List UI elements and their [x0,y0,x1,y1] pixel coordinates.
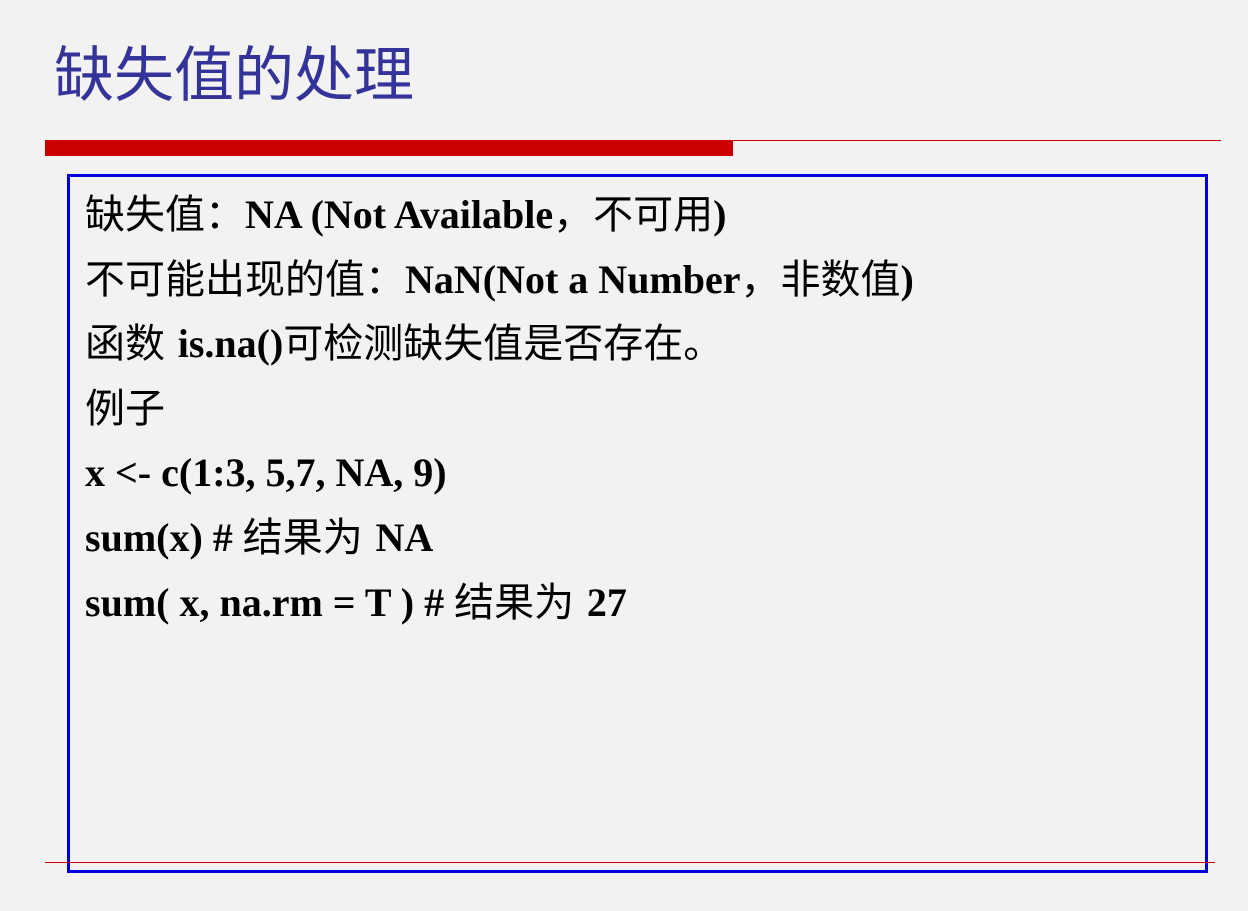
line-segment: ，非数值 [740,256,901,303]
content-line-na: 缺失值：NA (Not Available，不可用) [85,183,914,248]
content-line-nan: 不可能出现的值：NaN(Not a Number，非数值) [85,248,914,313]
line-segment: NaN(Not a Number [405,256,741,302]
title-underline-bar [45,140,733,156]
code-line-sum-narm: sum( x, na.rm = T ) # 结果为 27 [85,571,914,636]
line-segment: ，不可用 [553,192,714,238]
line-segment: ) [900,256,914,302]
line-segment: 结果为 [454,579,587,626]
footer-rule [45,862,1215,863]
line-segment: 27 [586,579,627,625]
line-segment: sum(x) # [85,514,243,560]
line-segment: is.na() [177,321,284,367]
content-lines: 缺失值：NA (Not Available，不可用) 不可能出现的值：NaN(N… [85,183,914,635]
line-segment: ) [713,192,727,237]
slide-title: 缺失值的处理 [54,41,414,111]
line-segment: 不可能出现的值： [85,256,405,303]
line-segment: 函数 [85,321,178,368]
line-segment: 缺失值： [85,192,245,238]
line-segment: 例子 [85,385,165,432]
line-segment: NA (Not Available [245,192,554,237]
code-line-sum: sum(x) # 结果为 NA [85,506,914,571]
line-segment: NA [375,514,434,560]
code-line-assign: x <- c(1:3, 5,7, NA, 9) [85,441,914,506]
line-segment: 结果为 [242,514,376,561]
title-underline-rule [733,140,1221,141]
content-line-isna: 函数 is.na()可检测缺失值是否存在。 [85,312,914,377]
line-segment: x <- c(1:3, 5,7, NA, 9) [85,450,447,496]
line-segment: 可检测缺失值是否存在。 [283,321,724,368]
line-segment: sum( x, na.rm = T ) # [85,579,455,625]
content-line-example-heading: 例子 [85,377,914,442]
content-box: 缺失值：NA (Not Available，不可用) 不可能出现的值：NaN(N… [67,174,1208,873]
